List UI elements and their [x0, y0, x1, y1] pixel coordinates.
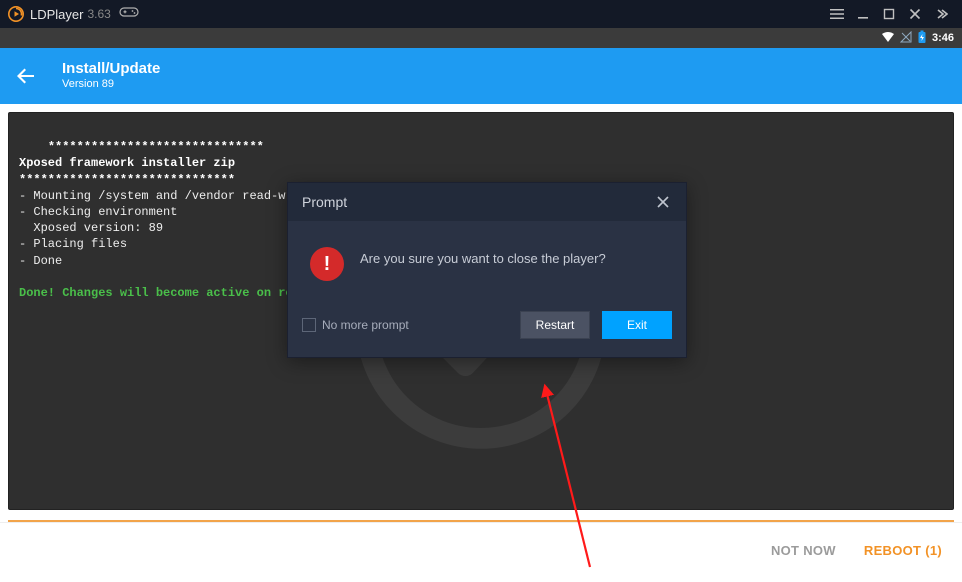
close-icon[interactable] [902, 1, 928, 27]
terminal-line: - Placing files [19, 237, 127, 251]
terminal-line: Xposed version: 89 [19, 221, 163, 235]
gamepad-icon[interactable] [119, 5, 139, 24]
page-title: Install/Update [62, 60, 160, 78]
app-header: Install/Update Version 89 [0, 48, 962, 104]
minimize-icon[interactable] [850, 1, 876, 27]
dialog-header: Prompt [288, 183, 686, 221]
no-more-prompt-label: No more prompt [322, 318, 409, 332]
dialog-close-icon[interactable] [654, 193, 672, 211]
not-now-button[interactable]: NOT NOW [771, 543, 836, 558]
dialog-title: Prompt [302, 194, 347, 210]
terminal-line: ****************************** [48, 140, 264, 154]
battery-icon [917, 30, 927, 47]
more-icon[interactable] [928, 1, 954, 27]
terminal-line: - Mounting /system and /vendor read-writ… [19, 189, 314, 203]
page-subtitle: Version 89 [62, 78, 160, 91]
terminal-line: Xposed framework installer zip [19, 156, 235, 170]
titlebar-brand: LDPlayer [30, 7, 83, 22]
terminal-line: ****************************** [19, 173, 235, 187]
wifi-icon [881, 31, 895, 46]
dialog-message: Are you sure you want to close the playe… [360, 247, 606, 269]
no-more-prompt-checkbox[interactable]: No more prompt [302, 318, 409, 332]
maximize-icon[interactable] [876, 1, 902, 27]
android-statusbar: 3:46 [0, 28, 962, 48]
terminal-line: - Checking environment [19, 205, 177, 219]
statusbar-clock: 3:46 [932, 32, 954, 44]
terminal-line: - Done [19, 254, 62, 268]
header-titles: Install/Update Version 89 [62, 60, 160, 91]
back-arrow-icon[interactable] [14, 64, 38, 88]
terminal-success-line: Done! Changes will become active on rebo… [19, 286, 329, 300]
dialog-body: ! Are you sure you want to close the pla… [288, 221, 686, 303]
reboot-button[interactable]: REBOOT (1) [864, 543, 942, 558]
exit-button[interactable]: Exit [602, 311, 672, 339]
restart-button[interactable]: Restart [520, 311, 590, 339]
titlebar-version: 3.63 [87, 7, 110, 21]
dialog-footer: No more prompt Restart Exit [288, 303, 686, 357]
alert-icon: ! [310, 247, 344, 281]
menu-icon[interactable] [824, 1, 850, 27]
prompt-dialog: Prompt ! Are you sure you want to close … [287, 182, 687, 358]
checkbox-icon[interactable] [302, 318, 316, 332]
bottom-action-bar: NOT NOW REBOOT (1) [0, 522, 962, 578]
ldplayer-logo-icon [8, 6, 24, 22]
window-titlebar: LDPlayer 3.63 [0, 0, 962, 28]
nosignal-icon [900, 31, 912, 46]
